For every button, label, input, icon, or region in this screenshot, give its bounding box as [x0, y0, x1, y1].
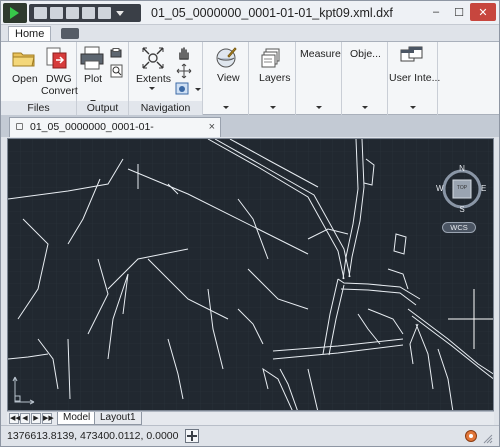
objects-button[interactable]: Obje... [350, 48, 381, 60]
layers-dropdown-icon[interactable] [270, 106, 276, 109]
group-navigation-label: Navigation [129, 101, 202, 115]
quick-access-toolbar [29, 4, 141, 22]
document-tab-bar: 01_05_0000000_0001-01-01_kpt09.xml.dxf × [1, 115, 499, 151]
viewcube-north[interactable]: N [458, 164, 466, 173]
page-setup-icon[interactable] [110, 48, 124, 60]
group-view: View [203, 42, 249, 115]
previous-layout-button[interactable]: ◀ [20, 413, 30, 424]
application-menu-button[interactable] [3, 3, 27, 23]
document-close-button[interactable]: × [209, 118, 215, 136]
open-button[interactable]: Open [12, 73, 38, 85]
viewcube-east[interactable]: E [481, 184, 486, 193]
viewcube-top-face[interactable]: TOP [454, 185, 470, 191]
lock-icon [16, 123, 23, 130]
navigation-tools-icon[interactable] [175, 82, 193, 96]
open-icon[interactable] [50, 7, 63, 19]
view-dropdown-icon[interactable] [223, 106, 229, 109]
ribbon-options-icon[interactable] [61, 28, 79, 39]
plot-button[interactable]: Plot [84, 73, 102, 85]
drawing-linework [8, 139, 493, 410]
last-layout-button[interactable]: ▶▶ [42, 413, 54, 424]
group-layers: Layers [249, 42, 296, 115]
extents-dropdown-icon[interactable] [149, 87, 155, 90]
view-icon[interactable] [214, 46, 238, 72]
print-icon[interactable] [82, 7, 95, 19]
user-interface-dropdown-icon[interactable] [410, 106, 416, 109]
layers-button[interactable]: Layers [259, 72, 291, 84]
view-button[interactable]: View [217, 72, 240, 84]
tray-settings-icon[interactable] [464, 429, 478, 443]
tab-home[interactable]: Home [8, 26, 52, 42]
extents-button[interactable]: Extents [136, 73, 171, 85]
group-user-interface: User Inte... [388, 42, 440, 115]
maximize-button[interactable]: ☐ [448, 3, 470, 21]
application-window: 01_05_0000000_0001-01-01_kpt09.xml.dxf –… [0, 0, 500, 447]
zoom-extents-icon[interactable] [141, 46, 165, 70]
drawing-canvas[interactable]: N S W E TOP WCS [7, 138, 494, 411]
tab-layout1[interactable]: Layout1 [94, 412, 142, 425]
ucs-menu[interactable]: WCS [442, 222, 476, 233]
measure-dropdown-icon[interactable] [316, 106, 322, 109]
title-bar: 01_05_0000000_0001-01-01_kpt09.xml.dxf –… [1, 1, 499, 25]
coordinate-readout: 1376613.8139, 473400.0112, 0.0000 [7, 430, 179, 442]
group-navigation: Extents Navigation [129, 42, 203, 115]
group-measure: Measure [296, 42, 342, 115]
dwg-convert-icon[interactable] [45, 47, 67, 69]
save-icon[interactable] [66, 7, 79, 19]
qat-dropdown-icon[interactable] [116, 10, 124, 16]
group-files: Open DWG Convert Files [1, 42, 78, 115]
convert-label[interactable]: Convert [41, 85, 78, 97]
group-objects: Obje... [342, 42, 388, 115]
measure-button[interactable]: Measure [300, 48, 341, 60]
document-tab[interactable]: 01_05_0000000_0001-01-01_kpt09.xml.dxf × [9, 117, 221, 151]
minimize-button[interactable]: – [425, 3, 447, 21]
snap-grid-icon[interactable] [185, 429, 199, 443]
group-files-label: Files [1, 101, 76, 115]
layout-tab-bar: ◀◀ ◀ ▶ ▶▶ Model Layout1 [7, 411, 494, 425]
pan-icon[interactable] [176, 45, 192, 61]
grid-background [8, 139, 493, 410]
group-output-label: Output [77, 101, 128, 115]
window-title: 01_05_0000000_0001-01-01_kpt09.xml.dxf [151, 6, 393, 20]
first-layout-button[interactable]: ◀◀ [9, 413, 21, 424]
navigation-dropdown-icon[interactable] [195, 88, 201, 91]
group-output: Plot Output [77, 42, 129, 115]
viewcube[interactable]: N S W E TOP WCS [436, 164, 486, 237]
layers-icon[interactable] [261, 47, 283, 69]
orbit-icon[interactable] [176, 63, 192, 79]
viewcube-south[interactable]: S [458, 205, 466, 214]
status-bar: 1376613.8139, 473400.0112, 0.0000 [1, 425, 499, 446]
ribbon-panel: Open DWG Convert Files Plot Output Exten… [1, 41, 499, 115]
ribbon-tab-row: Home [1, 25, 499, 42]
resize-grip-icon[interactable] [483, 434, 493, 444]
open-folder-icon[interactable] [12, 48, 36, 68]
tab-model[interactable]: Model [57, 412, 97, 425]
viewcube-west[interactable]: W [436, 184, 444, 193]
new-icon[interactable] [34, 7, 47, 19]
ucs-icon [12, 376, 35, 405]
plot-preview-icon[interactable] [110, 64, 124, 78]
dwg-label[interactable]: DWG [46, 73, 72, 85]
objects-dropdown-icon[interactable] [362, 106, 368, 109]
undo-icon[interactable] [98, 7, 111, 19]
user-interface-icon[interactable] [400, 46, 424, 68]
close-button[interactable]: ✕ [470, 3, 496, 21]
plot-icon[interactable] [80, 46, 104, 70]
user-interface-button[interactable]: User Inte... [389, 72, 440, 84]
next-layout-button[interactable]: ▶ [31, 413, 41, 424]
